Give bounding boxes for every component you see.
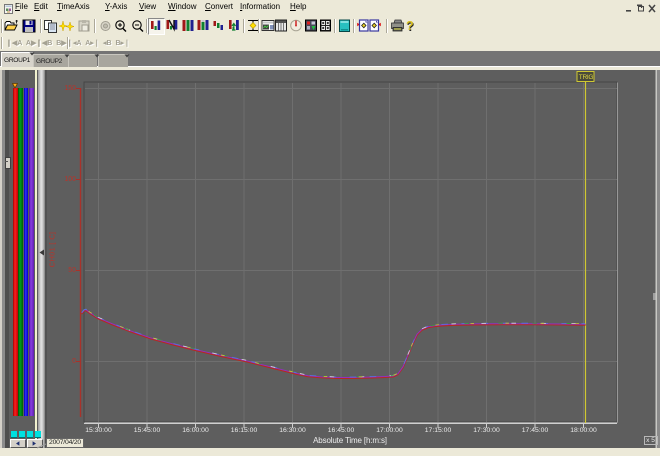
svg-text:TRIG: TRIG (579, 74, 594, 81)
